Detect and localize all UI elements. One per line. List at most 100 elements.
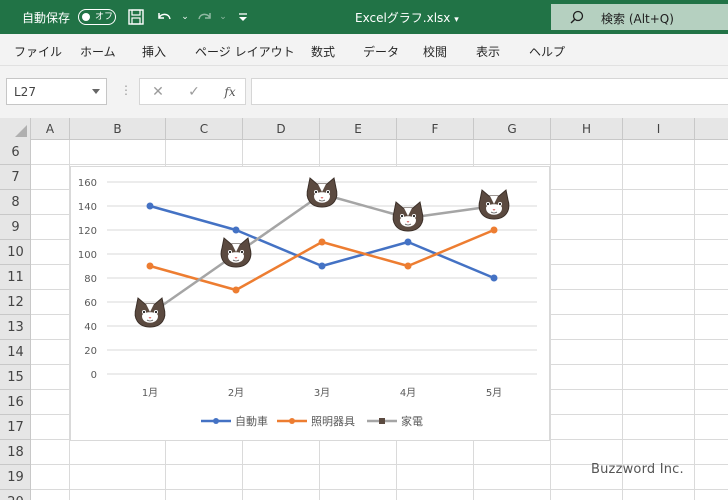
column-gridline xyxy=(694,140,695,500)
row-gridline xyxy=(31,164,728,165)
row-header-10[interactable]: 10 xyxy=(0,240,31,265)
row-header-15[interactable]: 15 xyxy=(0,365,31,390)
series-2-point xyxy=(146,262,154,270)
row-header-16[interactable]: 16 xyxy=(0,390,31,415)
series-2-point xyxy=(318,238,326,246)
formula-input[interactable] xyxy=(251,78,728,105)
select-all-button[interactable] xyxy=(0,118,31,140)
row-header-19[interactable]: 19 xyxy=(0,465,31,490)
column-header-g[interactable]: G xyxy=(474,118,551,140)
column-header-i[interactable]: I xyxy=(623,118,695,140)
column-headers: A B C D E F G H I xyxy=(0,118,728,140)
column-header-f[interactable]: F xyxy=(397,118,474,140)
series-1-point xyxy=(146,202,154,210)
tab-file[interactable]: ファイル xyxy=(14,43,62,60)
column-header-e[interactable]: E xyxy=(320,118,397,140)
y-tick-label: 160 xyxy=(78,178,97,189)
line-chart[interactable]: 0 20 40 60 80 100 120 140 160 1月 2月 3月 4月 5月 自動車 照明器具 家電 xyxy=(70,166,550,441)
formula-bar-area: L27 ⋮ ✕ ✓ fx xyxy=(0,66,728,118)
y-tick-label: 60 xyxy=(84,298,97,309)
series-1-point xyxy=(232,226,240,234)
legend-label-3: 家電 xyxy=(401,414,423,428)
series-1-point xyxy=(404,238,412,246)
redo-dropdown-icon[interactable]: ⌄ xyxy=(214,8,232,26)
tab-page-layout[interactable]: ページ レイアウト xyxy=(195,43,295,60)
tab-review[interactable]: 校閲 xyxy=(423,43,447,60)
search-label: 検索 (Alt+Q) xyxy=(601,12,674,26)
legend-label-1: 自動車 xyxy=(235,414,268,428)
column-header-d[interactable]: D xyxy=(243,118,320,140)
series-2-point xyxy=(232,286,240,294)
more-options-icon[interactable]: ⋮ xyxy=(120,83,132,97)
undo-icon[interactable] xyxy=(155,8,173,26)
excel-window: 自動保存 オフ ⌄ ⌄ Excelグラフ.xlsx ▾ 検索 (Alt+Q) フ… xyxy=(0,0,728,500)
name-box[interactable]: L27 xyxy=(6,78,107,105)
y-tick-label: 80 xyxy=(84,274,97,285)
row-headers: 67891011121314151617181920 xyxy=(0,140,31,500)
cancel-icon[interactable]: ✕ xyxy=(148,83,168,101)
legend-marker-2 xyxy=(289,418,295,424)
column-gridline xyxy=(622,140,623,500)
file-name-text: Excelグラフ.xlsx xyxy=(355,11,451,25)
row-header-17[interactable]: 17 xyxy=(0,415,31,440)
x-tick-label: 4月 xyxy=(400,387,416,399)
row-header-6[interactable]: 6 xyxy=(0,140,31,165)
enter-icon[interactable]: ✓ xyxy=(184,83,204,101)
series-1-point xyxy=(318,262,326,270)
formula-buttons: ✕ ✓ fx xyxy=(139,78,246,105)
row-gridline xyxy=(31,489,728,490)
legend-label-2: 照明器具 xyxy=(311,415,355,428)
save-icon[interactable] xyxy=(127,8,145,26)
tab-view[interactable]: 表示 xyxy=(476,43,500,60)
column-header-a[interactable]: A xyxy=(31,118,70,140)
tab-data[interactable]: データ xyxy=(363,43,399,60)
legend-marker-1 xyxy=(213,418,219,424)
autosave-state: オフ xyxy=(95,12,114,22)
chevron-down-icon[interactable] xyxy=(92,89,100,94)
search-box[interactable]: 検索 (Alt+Q) xyxy=(551,4,728,30)
x-tick-label: 3月 xyxy=(314,387,330,399)
undo-dropdown-icon[interactable]: ⌄ xyxy=(176,8,194,26)
row-header-12[interactable]: 12 xyxy=(0,290,31,315)
autosave-toggle[interactable]: オフ xyxy=(78,9,116,25)
row-header-8[interactable]: 8 xyxy=(0,190,31,215)
row-header-18[interactable]: 18 xyxy=(0,440,31,465)
tab-home[interactable]: ホーム xyxy=(80,43,116,60)
series-2-point xyxy=(490,226,498,234)
column-header-h[interactable]: H xyxy=(551,118,623,140)
row-header-9[interactable]: 9 xyxy=(0,215,31,240)
insert-function-icon[interactable]: fx xyxy=(220,83,240,101)
tab-insert[interactable]: 挿入 xyxy=(142,43,166,60)
cat-face-icon xyxy=(220,237,252,268)
column-header-b[interactable]: B xyxy=(70,118,166,140)
customize-toolbar-icon[interactable] xyxy=(234,8,252,26)
redo-icon[interactable] xyxy=(196,8,214,26)
row-header-20[interactable]: 20 xyxy=(0,490,31,500)
toggle-knob xyxy=(82,13,90,21)
y-tick-label: 20 xyxy=(84,346,97,357)
series-2-point xyxy=(404,262,412,270)
title-bar: 自動保存 オフ ⌄ ⌄ Excelグラフ.xlsx ▾ 検索 (Alt+Q) xyxy=(0,0,728,34)
autosave-label: 自動保存 xyxy=(22,11,71,25)
row-header-7[interactable]: 7 xyxy=(0,165,31,190)
row-header-13[interactable]: 13 xyxy=(0,315,31,340)
file-name[interactable]: Excelグラフ.xlsx ▾ xyxy=(355,9,459,26)
row-header-11[interactable]: 11 xyxy=(0,265,31,290)
y-tick-label: 140 xyxy=(78,202,97,213)
x-tick-label: 5月 xyxy=(486,387,502,399)
watermark: Buzzword Inc. xyxy=(591,462,684,477)
cat-face-icon xyxy=(478,189,510,220)
legend-cat-icon xyxy=(379,418,385,424)
tab-help[interactable]: ヘルプ xyxy=(529,43,565,60)
chart-canvas: 0 20 40 60 80 100 120 140 160 1月 2月 3月 4月 5月自動車 照明器具 家電 xyxy=(78,177,537,428)
series-1-point xyxy=(490,274,498,282)
row-header-14[interactable]: 14 xyxy=(0,340,31,365)
tab-formulas[interactable]: 数式 xyxy=(311,43,335,60)
y-tick-label: 100 xyxy=(78,250,97,261)
chevron-down-icon: ▾ xyxy=(454,15,459,25)
column-header-c[interactable]: C xyxy=(166,118,243,140)
x-tick-label: 2月 xyxy=(228,387,244,399)
ribbon-tabs: ファイル ホーム 挿入 ページ レイアウト 数式 データ 校閲 表示 ヘルプ xyxy=(0,34,728,66)
y-tick-label: 0 xyxy=(91,370,97,381)
y-tick-label: 40 xyxy=(84,322,97,333)
